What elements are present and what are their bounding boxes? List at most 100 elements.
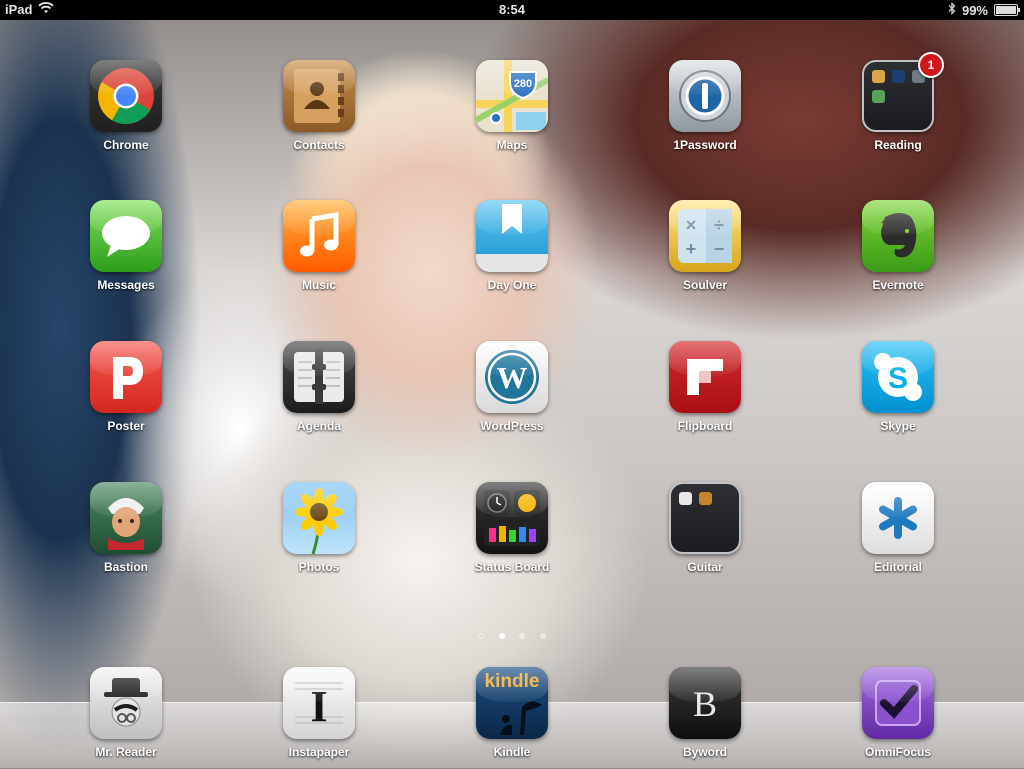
app-soulver[interactable]: × ÷ + − Soulver	[645, 200, 765, 292]
onepassword-icon[interactable]	[669, 60, 741, 132]
app-bastion[interactable]: Bastion	[66, 482, 186, 574]
page-dot[interactable]	[498, 633, 505, 639]
battery-percent: 99%	[961, 2, 988, 18]
folder-icon[interactable]	[669, 482, 741, 554]
dayone-icon[interactable]	[476, 200, 548, 272]
app-label: WordPress	[480, 419, 544, 433]
notification-badge: 1	[918, 52, 944, 78]
app-status-board[interactable]: Status Board	[452, 482, 572, 574]
app-label: 1Password	[673, 138, 737, 152]
chrome-icon[interactable]	[90, 60, 162, 132]
svg-text:S: S	[888, 362, 908, 395]
app-wordpress[interactable]: W WordPress	[452, 341, 572, 433]
svg-text:B: B	[693, 684, 717, 724]
app-kindle[interactable]: kindle Kindle	[452, 667, 572, 759]
svg-text:+: +	[686, 239, 697, 259]
mini-app-icon	[872, 90, 885, 103]
svg-text:÷: ÷	[714, 215, 724, 235]
messages-icon[interactable]	[90, 200, 162, 272]
wordpress-icon[interactable]: W	[476, 341, 548, 413]
clock: 8:54	[498, 2, 526, 17]
statusboard-icon[interactable]	[476, 482, 548, 554]
app-label: Mr. Reader	[95, 745, 157, 759]
app-label: Chrome	[103, 138, 149, 152]
photos-icon[interactable]	[283, 482, 355, 554]
app-editorial[interactable]: Editorial	[838, 482, 958, 574]
app-label: Skype	[880, 419, 916, 433]
app-label: Reading	[874, 138, 922, 152]
app-label: Editorial	[873, 560, 922, 574]
kindle-wordmark: kindle	[484, 671, 540, 692]
app-label: Poster	[107, 419, 145, 433]
app-label: Photos	[298, 560, 340, 574]
svg-text:W: W	[497, 360, 528, 395]
app-label: Status Board	[474, 560, 550, 574]
byword-icon[interactable]: B	[669, 667, 741, 739]
spotlight-search-dot[interactable]	[478, 633, 485, 639]
mrreader-icon[interactable]	[90, 667, 162, 739]
battery-fill	[996, 6, 1016, 14]
omnifocus-icon[interactable]	[862, 667, 934, 739]
svg-text:×: ×	[686, 215, 697, 235]
app-instapaper[interactable]: I Instapaper	[259, 667, 379, 759]
app-omnifocus[interactable]: OmniFocus	[838, 667, 958, 759]
app-poster[interactable]: Poster	[66, 341, 186, 433]
app-messages[interactable]: Messages	[66, 200, 186, 292]
app-byword[interactable]: B Byword	[645, 667, 765, 759]
app-day-one[interactable]: Day One	[452, 200, 572, 292]
app-chrome[interactable]: Chrome	[66, 60, 186, 152]
app-label: Day One	[487, 278, 537, 292]
poster-icon[interactable]	[90, 341, 162, 413]
app-contacts[interactable]: Contacts	[259, 60, 379, 152]
app-label: Music	[301, 278, 336, 292]
svg-text:−: −	[714, 239, 725, 259]
app-skype[interactable]: S Skype	[838, 341, 958, 433]
app-maps[interactable]: 280 Maps	[452, 60, 572, 152]
app-label: Flipboard	[677, 419, 733, 433]
app-agenda[interactable]: Agenda	[259, 341, 379, 433]
instapaper-icon[interactable]: I	[283, 667, 355, 739]
mini-app-icon	[892, 70, 905, 83]
editorial-icon[interactable]	[862, 482, 934, 554]
bastion-icon[interactable]	[90, 482, 162, 554]
app-label: Contacts	[293, 138, 345, 152]
app-photos[interactable]: Photos	[259, 482, 379, 574]
app-label: Soulver	[682, 278, 727, 292]
app-label: Agenda	[296, 419, 341, 433]
app-label: Byword	[682, 745, 727, 759]
app-1password[interactable]: 1Password	[645, 60, 765, 152]
app-label: Guitar	[687, 560, 723, 574]
page-dot[interactable]	[539, 633, 546, 639]
flipboard-icon[interactable]	[669, 341, 741, 413]
contacts-icon[interactable]	[283, 60, 355, 132]
page-control[interactable]	[0, 626, 1024, 644]
app-evernote[interactable]: Evernote	[838, 200, 958, 292]
app-flipboard[interactable]: Flipboard	[645, 341, 765, 433]
maps-icon[interactable]: 280	[476, 60, 548, 132]
app-label: Evernote	[872, 278, 924, 292]
mini-app-icon	[872, 70, 885, 83]
music-icon[interactable]	[283, 200, 355, 272]
app-label: Maps	[496, 138, 528, 152]
folder-reading[interactable]: 1 Reading	[838, 52, 958, 152]
agenda-icon[interactable]	[283, 341, 355, 413]
bluetooth-icon	[948, 1, 956, 18]
mini-app-icon	[699, 492, 712, 505]
app-mr-reader[interactable]: Mr. Reader	[66, 667, 186, 759]
app-music[interactable]: Music	[259, 200, 379, 292]
folder-guitar[interactable]: Guitar	[645, 482, 765, 574]
app-label: Messages	[97, 278, 155, 292]
kindle-icon[interactable]: kindle	[476, 667, 548, 739]
battery-icon	[994, 4, 1020, 16]
app-label: Instapaper	[288, 745, 350, 759]
app-label: Kindle	[493, 745, 531, 759]
skype-icon[interactable]: S	[862, 341, 934, 413]
maps-shield-number: 280	[514, 78, 532, 90]
status-bar: iPad 8:54 99%	[0, 0, 1024, 20]
app-label: Bastion	[103, 560, 148, 574]
app-label: OmniFocus	[864, 745, 931, 759]
soulver-icon[interactable]: × ÷ + −	[669, 200, 741, 272]
page-dot[interactable]	[519, 633, 526, 639]
mini-app-icon	[679, 492, 692, 505]
evernote-icon[interactable]	[862, 200, 934, 272]
